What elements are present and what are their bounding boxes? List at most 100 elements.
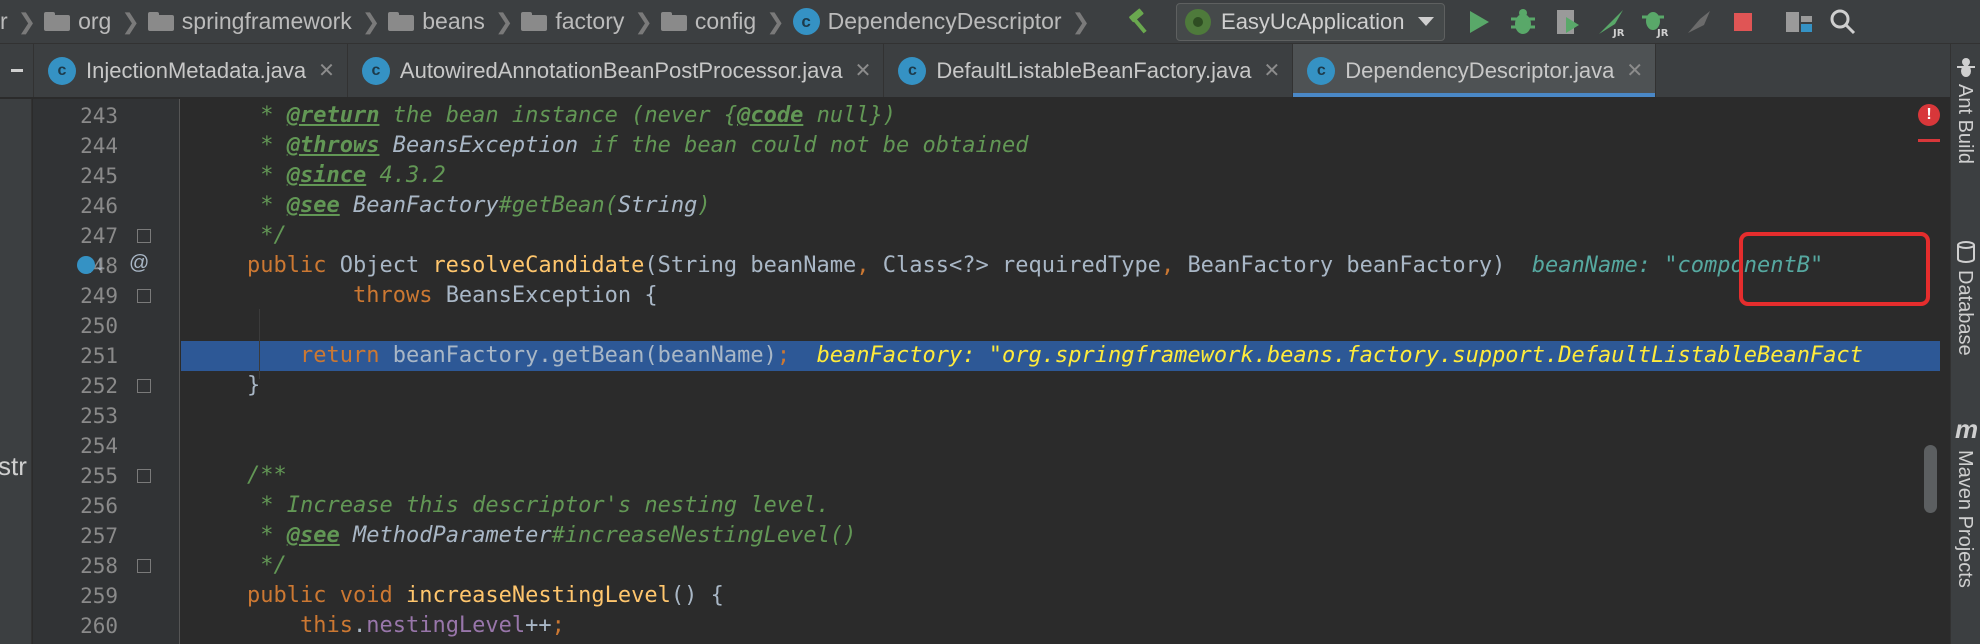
editor-scrollbar-thumb[interactable] <box>1924 445 1937 513</box>
line-number[interactable]: 246 <box>33 191 118 221</box>
line-number[interactable]: 244 <box>33 131 118 161</box>
code-line[interactable]: * @return the bean instance (never {@cod… <box>181 101 1940 131</box>
code-line[interactable]: * @since 4.3.2 <box>181 161 1940 191</box>
editor-tab[interactable]: c InjectionMetadata.java ✕ <box>34 44 348 97</box>
breadcrumb-item[interactable]: org <box>44 0 111 43</box>
project-structure-icon[interactable] <box>1777 0 1821 43</box>
fold-marker-icon[interactable] <box>137 229 151 243</box>
annotation-icon[interactable]: @ <box>129 252 149 275</box>
jrebel-debug-icon[interactable]: JR <box>1633 0 1677 43</box>
fold-marker-icon[interactable] <box>137 289 151 303</box>
code-line[interactable] <box>181 401 1940 431</box>
overridden-method-icon[interactable]: ↓ <box>95 253 105 276</box>
line-number[interactable]: 255 <box>33 461 118 491</box>
line-number[interactable]: 260 <box>33 611 118 641</box>
line-number[interactable]: 257 <box>33 521 118 551</box>
code-token: MethodParameter <box>352 523 552 548</box>
line-number[interactable]: 251 <box>33 341 118 371</box>
breadcrumb-label: r <box>0 8 8 34</box>
run-icon[interactable] <box>1457 0 1501 43</box>
jrebel-run-icon[interactable]: JR <box>1589 0 1633 43</box>
breadcrumb-item[interactable]: r <box>0 0 8 43</box>
code-line[interactable]: */ <box>181 221 1940 251</box>
breadcrumb-label: beans <box>422 8 485 34</box>
fold-marker-icon[interactable] <box>137 379 151 393</box>
line-number[interactable]: 243 <box>33 101 118 131</box>
line-number[interactable]: 258 <box>33 551 118 581</box>
fold-marker-icon[interactable] <box>137 559 151 573</box>
folder-icon <box>521 12 548 31</box>
code-token: */ <box>247 223 287 248</box>
code-line[interactable]: */ <box>181 551 1940 581</box>
implements-icon[interactable] <box>77 256 95 274</box>
code-line[interactable] <box>181 311 1940 341</box>
code-line[interactable]: * @see BeanFactory#getBean(String) <box>181 191 1940 221</box>
code-token: BeanFactory <box>352 193 499 218</box>
code-editor[interactable]: * @return the bean instance (never {@cod… <box>181 99 1940 644</box>
error-stripe-marker[interactable] <box>1918 139 1940 142</box>
code-token: @see <box>286 523 340 548</box>
code-line[interactable]: * @see MethodParameter#increaseNestingLe… <box>181 521 1940 551</box>
editor-tab[interactable]: c DefaultListableBeanFactory.java ✕ <box>884 44 1294 97</box>
ant-build-tool-button[interactable]: Ant Build <box>1953 84 1976 164</box>
line-number[interactable]: 245 <box>33 161 118 191</box>
code-token: BeanFactory beanFactory) <box>1187 253 1532 278</box>
stop-icon[interactable] <box>1721 0 1765 43</box>
breadcrumb-item[interactable]: c DependencyDescriptor <box>792 0 1062 43</box>
profile-icon[interactable] <box>1677 0 1721 43</box>
editor-tab[interactable]: c DependencyDescriptor.java ✕ <box>1293 44 1657 97</box>
line-number[interactable]: 250 <box>33 311 118 341</box>
maven-projects-tool-button[interactable]: Maven Projects <box>1953 450 1976 588</box>
build-hammer-icon[interactable] <box>1118 0 1162 43</box>
breadcrumb-item[interactable]: factory <box>521 0 624 43</box>
database-tool-button[interactable]: Database <box>1953 270 1976 356</box>
code-token: () { <box>670 583 724 608</box>
breadcrumb-item[interactable]: beans <box>388 0 485 43</box>
code-token: (String beanName <box>644 253 857 278</box>
code-token: ; <box>551 613 565 638</box>
code-line[interactable]: * Increase this descriptor's nesting lev… <box>181 491 1940 521</box>
code-line[interactable]: public void increaseNestingLevel() { <box>181 581 1940 611</box>
indent-guide <box>259 309 260 379</box>
breadcrumb-item[interactable]: springframework <box>147 0 352 43</box>
code-token: #getBean( <box>498 193 618 218</box>
code-token: ++ <box>525 613 552 638</box>
tab-list-toggle[interactable] <box>0 44 34 97</box>
code-line[interactable] <box>181 431 1940 461</box>
code-line[interactable]: return beanFactory.getBean(beanName); be… <box>181 341 1940 371</box>
structure-tool-label[interactable]: str <box>0 451 27 482</box>
close-icon[interactable]: ✕ <box>1264 58 1281 83</box>
close-icon[interactable]: ✕ <box>1626 58 1643 83</box>
line-number[interactable]: 249 <box>33 281 118 311</box>
code-token: @since <box>286 163 367 188</box>
code-line[interactable]: public Object resolveCandidate(String be… <box>181 251 1940 281</box>
editor-tab[interactable]: c AutowiredAnnotationBeanPostProcessor.ja… <box>348 44 885 97</box>
line-number[interactable]: 256 <box>33 491 118 521</box>
code-line[interactable]: } <box>181 371 1940 401</box>
code-token: ; <box>776 343 791 368</box>
run-configuration-selector[interactable]: EasyUcApplication <box>1176 2 1446 41</box>
error-indicator-icon[interactable]: ! <box>1918 104 1940 126</box>
coverage-icon[interactable] <box>1545 0 1589 43</box>
code-token: , <box>856 253 883 278</box>
line-number-gutter[interactable]: 243 244 245 246 247 248 ↓ @249 250 251 252 253 254 25… <box>33 99 180 644</box>
line-number[interactable]: 248 <box>33 251 118 281</box>
code-line[interactable]: /** <box>181 461 1940 491</box>
database-icon <box>1955 240 1977 270</box>
line-number[interactable]: 254 <box>33 431 118 461</box>
line-number[interactable]: 259 <box>33 581 118 611</box>
code-line[interactable]: * @throws BeansException if the bean cou… <box>181 131 1940 161</box>
fold-marker-icon[interactable] <box>137 469 151 483</box>
line-number[interactable]: 247 <box>33 221 118 251</box>
line-number[interactable]: 252 <box>33 371 118 401</box>
line-number[interactable]: 253 <box>33 401 118 431</box>
code-line[interactable]: throws BeansException { <box>181 281 1940 311</box>
code-line[interactable]: this.nestingLevel++; <box>181 611 1940 641</box>
search-icon[interactable] <box>1821 0 1865 43</box>
close-icon[interactable]: ✕ <box>855 58 872 83</box>
tab-label: DependencyDescriptor.java <box>1345 57 1615 83</box>
debug-icon[interactable] <box>1501 0 1545 43</box>
code-token: String <box>617 193 698 218</box>
close-icon[interactable]: ✕ <box>318 58 335 83</box>
breadcrumb-item[interactable]: config <box>660 0 756 43</box>
